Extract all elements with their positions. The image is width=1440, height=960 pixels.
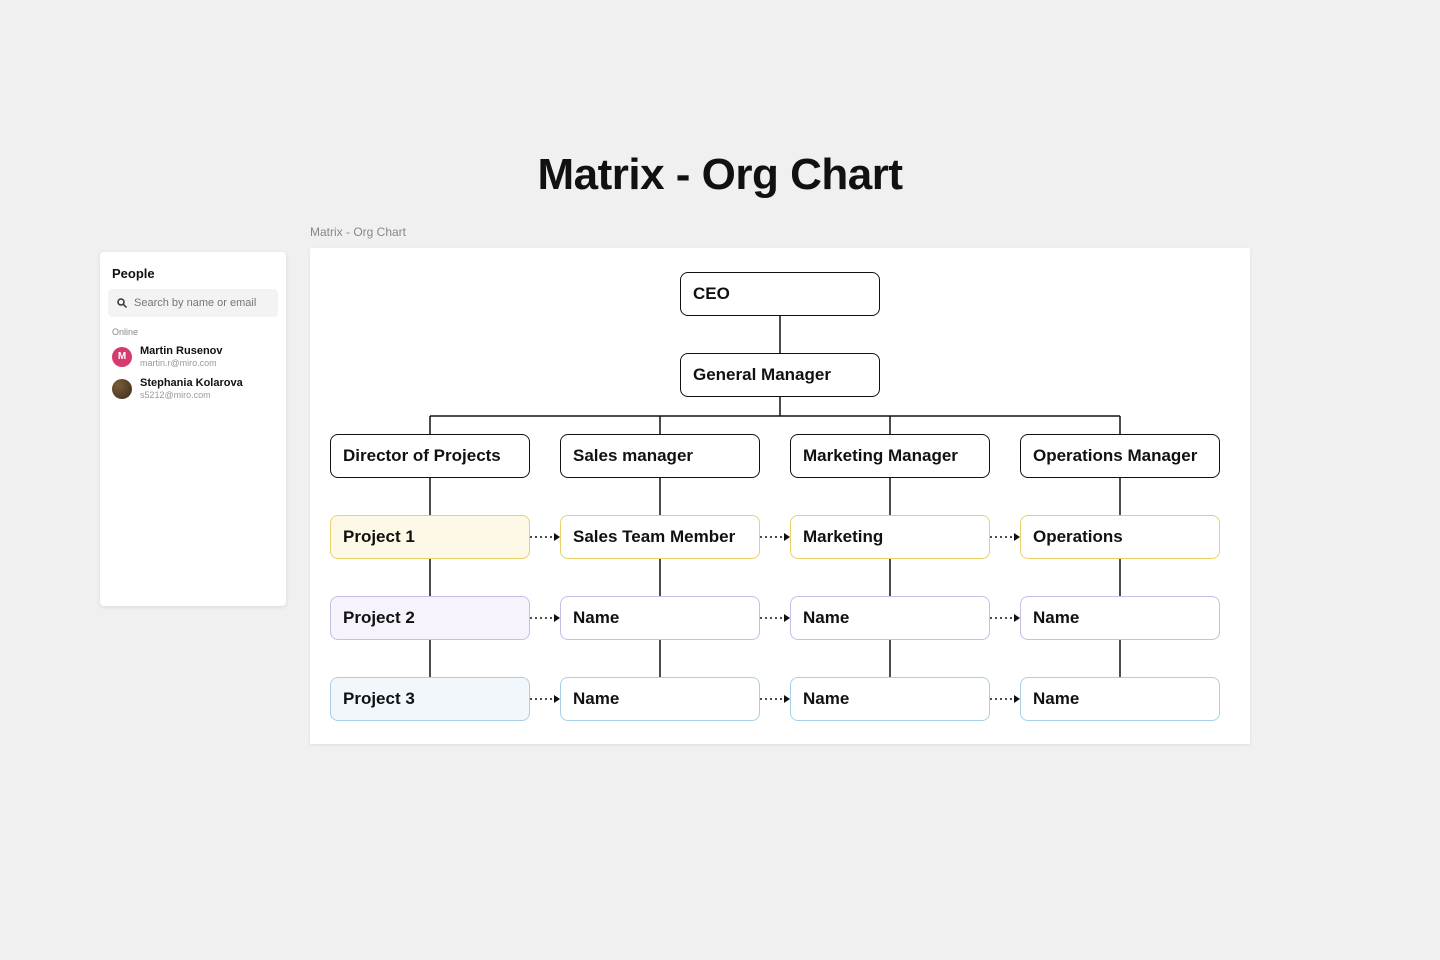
org-node-cell[interactable]: Operations bbox=[1020, 515, 1220, 559]
person-item[interactable]: Stephania Kolarova s5212@miro.com bbox=[108, 373, 278, 405]
org-node-project-1[interactable]: Project 1 bbox=[330, 515, 530, 559]
org-node-cell[interactable]: Name bbox=[1020, 677, 1220, 721]
org-node-director-of-projects[interactable]: Director of Projects bbox=[330, 434, 530, 478]
org-node-general-manager[interactable]: General Manager bbox=[680, 353, 880, 397]
person-name: Martin Rusenov bbox=[140, 345, 223, 358]
people-search-input[interactable] bbox=[134, 297, 270, 309]
people-section-online-label: Online bbox=[108, 317, 278, 341]
page-title: Matrix - Org Chart bbox=[0, 150, 1440, 200]
org-node-operations-manager[interactable]: Operations Manager bbox=[1020, 434, 1220, 478]
org-node-cell[interactable]: Sales Team Member bbox=[560, 515, 760, 559]
org-node-cell[interactable]: Name bbox=[560, 677, 760, 721]
diagram-canvas[interactable]: .wire { stroke:#111; stroke-width:1.5; f… bbox=[310, 248, 1250, 744]
avatar: M bbox=[112, 347, 132, 367]
avatar bbox=[112, 379, 132, 399]
org-node-sales-manager[interactable]: Sales manager bbox=[560, 434, 760, 478]
people-panel-title: People bbox=[108, 264, 278, 289]
person-email: martin.r@miro.com bbox=[140, 358, 223, 369]
org-node-cell[interactable]: Name bbox=[1020, 596, 1220, 640]
org-node-cell[interactable]: Marketing bbox=[790, 515, 990, 559]
frame-label: Matrix - Org Chart bbox=[310, 225, 406, 239]
person-email: s5212@miro.com bbox=[140, 390, 243, 401]
diagram-connectors: .wire { stroke:#111; stroke-width:1.5; f… bbox=[310, 248, 1250, 744]
search-icon bbox=[116, 297, 128, 309]
person-item[interactable]: M Martin Rusenov martin.r@miro.com bbox=[108, 341, 278, 373]
org-node-ceo[interactable]: CEO bbox=[680, 272, 880, 316]
org-node-project-3[interactable]: Project 3 bbox=[330, 677, 530, 721]
org-node-cell[interactable]: Name bbox=[790, 596, 990, 640]
org-node-project-2[interactable]: Project 2 bbox=[330, 596, 530, 640]
people-panel: People Online M Martin Rusenov martin.r@… bbox=[100, 252, 286, 606]
org-node-cell[interactable]: Name bbox=[560, 596, 760, 640]
org-node-cell[interactable]: Name bbox=[790, 677, 990, 721]
people-search[interactable] bbox=[108, 289, 278, 317]
person-name: Stephania Kolarova bbox=[140, 377, 243, 390]
org-node-marketing-manager[interactable]: Marketing Manager bbox=[790, 434, 990, 478]
